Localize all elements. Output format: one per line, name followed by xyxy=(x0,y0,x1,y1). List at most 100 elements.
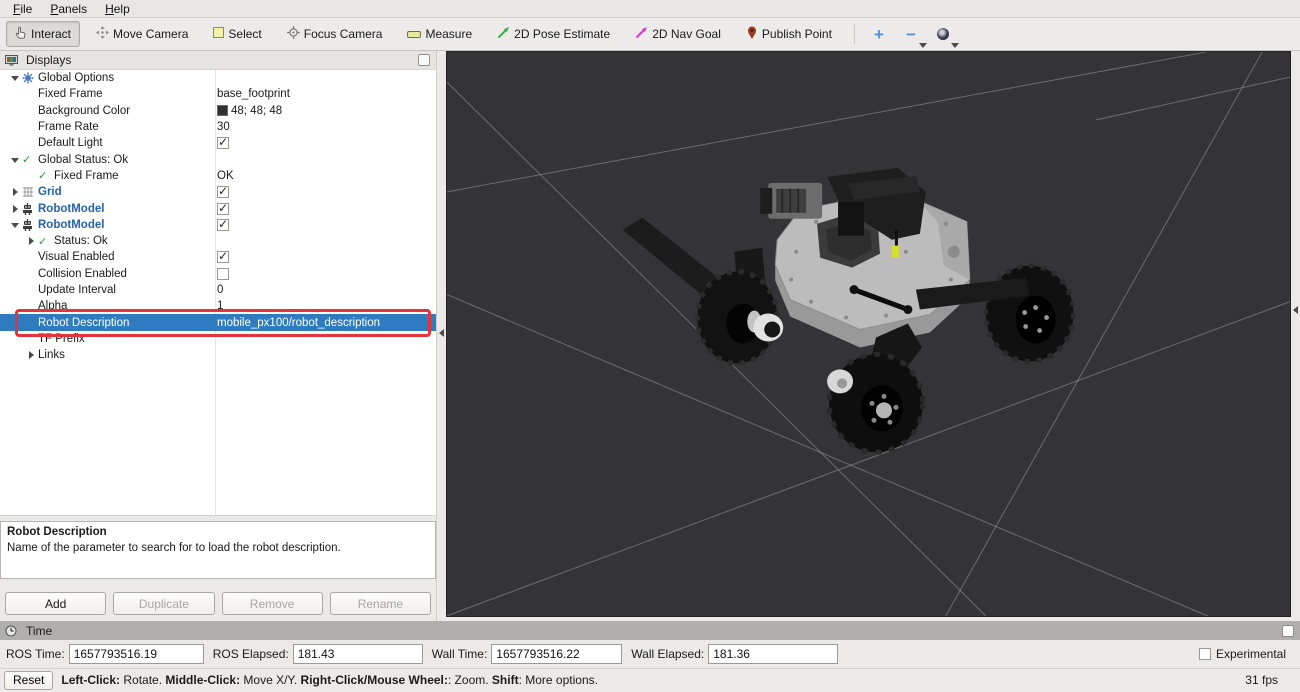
checkbox-checked[interactable] xyxy=(217,251,229,263)
experimental-checkbox[interactable] xyxy=(1199,648,1211,660)
experimental-label: Experimental xyxy=(1216,647,1286,661)
menu-bar: File Panels Help xyxy=(0,0,1300,18)
rename-button[interactable]: Rename xyxy=(330,592,431,615)
checkbox-checked[interactable] xyxy=(217,203,229,215)
checkbox-checked[interactable] xyxy=(217,219,229,231)
interact-tool[interactable]: Interact xyxy=(6,21,80,47)
value-text: OK xyxy=(217,170,234,182)
tree-row-alpha[interactable]: Alpha1 xyxy=(0,298,436,314)
pose-estimate-tool[interactable]: 2D Pose Estimate xyxy=(488,21,619,47)
robot-icon xyxy=(22,202,38,215)
tree-row-value-cell[interactable] xyxy=(215,219,436,231)
tree-row-collision-enabled[interactable]: Collision Enabled xyxy=(0,266,436,282)
tree-row-value-cell[interactable]: base_footprint xyxy=(215,88,436,100)
tree-row-text: Fixed Frame xyxy=(38,88,103,100)
move-camera-tool[interactable]: Move Camera xyxy=(87,21,197,47)
time-panel-fields: ROS Time:ROS Elapsed:Wall Time:Wall Elap… xyxy=(0,640,1300,668)
tree-row-value-cell[interactable] xyxy=(215,186,436,198)
time-panel-header[interactable]: Time xyxy=(0,621,1300,640)
tree-row-value-cell[interactable] xyxy=(215,268,436,280)
tree-row-robotmodel[interactable]: RobotModel xyxy=(0,217,436,233)
expander-spacer xyxy=(24,104,38,118)
color-swatch[interactable] xyxy=(217,105,228,116)
dropdown-caret-icon[interactable] xyxy=(951,43,959,48)
menu-help[interactable]: Help xyxy=(98,2,137,16)
tree-row-value-cell[interactable] xyxy=(215,137,436,149)
tree-row-global-options[interactable]: Global Options xyxy=(0,70,436,86)
menu-file[interactable]: File xyxy=(6,2,39,16)
checkbox-checked[interactable] xyxy=(217,137,229,149)
expand-expander-icon[interactable] xyxy=(8,202,22,216)
wall-elapsed-field-group: Wall Elapsed: xyxy=(631,644,838,664)
tree-row-visual-enabled[interactable]: Visual Enabled xyxy=(0,249,436,265)
tree-row-value-cell[interactable]: 0 xyxy=(215,284,436,296)
ros-time-label: ROS Time: xyxy=(6,647,65,661)
duplicate-button[interactable]: Duplicate xyxy=(113,592,214,615)
displays-panel-header[interactable]: Displays xyxy=(0,51,436,70)
expand-expander-icon[interactable] xyxy=(24,348,38,362)
magenta-arrow-icon xyxy=(635,26,648,42)
tool-label: Publish Point xyxy=(762,27,832,41)
tree-row-background-color[interactable]: Background Color48; 48; 48 xyxy=(0,103,436,119)
panel-splitter[interactable] xyxy=(437,51,446,621)
tree-row-robotmodel[interactable]: RobotModel xyxy=(0,200,436,216)
right-panel-strip[interactable] xyxy=(1291,51,1300,621)
expand-expander-icon[interactable] xyxy=(8,185,22,199)
wall-elapsed-input[interactable] xyxy=(708,644,838,664)
tree-row-status-ok[interactable]: ✓Status: Ok xyxy=(0,233,436,249)
collapse-expander-icon[interactable] xyxy=(8,71,22,85)
tree-row-fixed-frame[interactable]: Fixed Frame base_footprint xyxy=(0,86,436,102)
add-button[interactable]: Add xyxy=(5,592,106,615)
focus-camera-tool[interactable]: Focus Camera xyxy=(278,21,392,47)
ros-elapsed-input[interactable] xyxy=(293,644,423,664)
dropdown-caret-icon[interactable] xyxy=(919,43,927,48)
add-tool-button[interactable]: + xyxy=(867,22,891,46)
tree-row-update-interval[interactable]: Update Interval0 xyxy=(0,282,436,298)
measure-tool[interactable]: Measure xyxy=(398,21,481,47)
tree-row-value-cell[interactable]: mobile_px100/robot_description xyxy=(215,317,436,329)
tree-row-robot-description[interactable]: Robot Descriptionmobile_px100/robot_desc… xyxy=(0,314,436,330)
collapse-left-panel-icon[interactable] xyxy=(439,329,444,337)
checkbox-unchecked[interactable] xyxy=(217,268,229,280)
expander-spacer xyxy=(24,250,38,264)
camera-options-button[interactable] xyxy=(931,22,955,46)
tree-row-value-cell[interactable]: 48; 48; 48 xyxy=(215,105,436,117)
displays-panel-title: Displays xyxy=(26,53,71,67)
tree-row-value-cell[interactable]: 30 xyxy=(215,121,436,133)
remove-button[interactable]: Remove xyxy=(222,592,323,615)
remove-tool-button[interactable]: − xyxy=(899,22,923,46)
collapse-expander-icon[interactable] xyxy=(8,153,22,167)
3d-viewport[interactable] xyxy=(446,51,1291,617)
tree-row-value-cell[interactable] xyxy=(215,203,436,215)
tree-row-text: Default Light xyxy=(38,137,103,149)
tree-row-text: Frame Rate xyxy=(38,121,99,133)
tree-row-frame-rate[interactable]: Frame Rate 30 xyxy=(0,119,436,135)
time-panel-title: Time xyxy=(26,624,52,638)
tree-row-tf-prefix[interactable]: TF Prefix xyxy=(0,331,436,347)
nav-goal-tool[interactable]: 2D Nav Goal xyxy=(626,21,730,47)
tree-row-value-cell[interactable] xyxy=(215,251,436,263)
wall-time-input[interactable] xyxy=(491,644,622,664)
tree-row-value-cell[interactable]: 1 xyxy=(215,300,436,312)
tree-row-global-status-ok[interactable]: ✓Global Status: Ok xyxy=(0,151,436,167)
menu-panels[interactable]: Panels xyxy=(43,2,94,16)
status-bar: Reset Left-Click: Rotate. Middle-Click: … xyxy=(0,668,1300,691)
tree-row-links[interactable]: Links xyxy=(0,347,436,363)
collapse-right-panel-icon[interactable] xyxy=(1293,306,1298,314)
select-tool[interactable]: Select xyxy=(204,21,270,47)
tree-row-value-cell[interactable]: OK xyxy=(215,170,436,182)
tree-row-label-cell: ✓Global Status: Ok xyxy=(0,153,215,167)
checkbox-checked[interactable] xyxy=(217,186,229,198)
tree-row-fixed-frame[interactable]: ✓Fixed FrameOK xyxy=(0,168,436,184)
expand-expander-icon[interactable] xyxy=(24,234,38,248)
reset-button[interactable]: Reset xyxy=(4,671,53,690)
publish-point-tool[interactable]: Publish Point xyxy=(737,21,841,47)
displays-button-row: Add Duplicate Remove Rename xyxy=(0,592,436,615)
tree-row-grid[interactable]: Grid xyxy=(0,184,436,200)
float-panel-button[interactable] xyxy=(418,54,430,66)
float-time-panel-button[interactable] xyxy=(1282,625,1294,637)
collapse-expander-icon[interactable] xyxy=(8,218,22,232)
tree-row-text: Global Status: Ok xyxy=(38,154,128,166)
tree-row-default-light[interactable]: Default Light xyxy=(0,135,436,151)
ros-time-input[interactable] xyxy=(69,644,204,664)
